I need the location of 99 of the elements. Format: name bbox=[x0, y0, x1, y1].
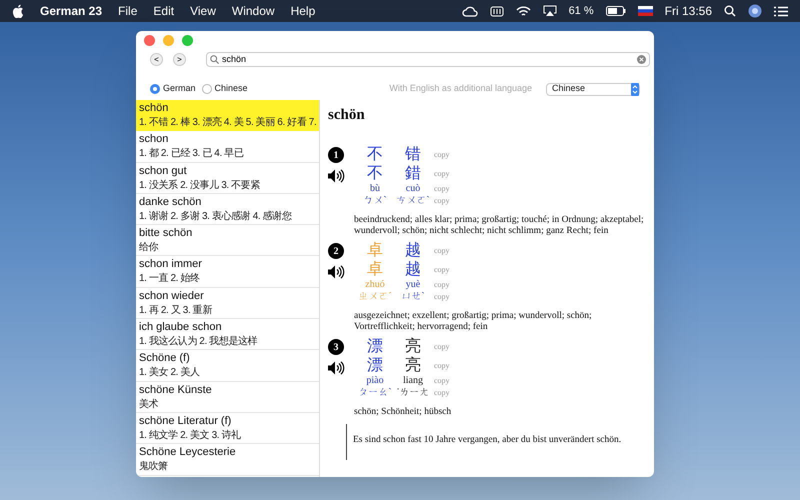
pinyin: piào bbox=[365, 375, 385, 387]
result-translation: 1. 再 2. 又 3. 重新 bbox=[139, 304, 212, 317]
cloud-icon[interactable] bbox=[462, 5, 478, 17]
result-term: bitte schön bbox=[139, 228, 194, 240]
forward-button[interactable]: > bbox=[173, 53, 186, 66]
result-term: Schöne (f) bbox=[139, 353, 191, 364]
headword: schön bbox=[328, 108, 366, 123]
hanzi: 不 bbox=[366, 164, 384, 183]
definition: schön; Schönheit; hübsch bbox=[354, 407, 452, 418]
result-term: schöne Künste bbox=[139, 384, 213, 396]
result-item[interactable]: schon gut 1. 没关系 2. 没事儿 3. 不要紧 bbox=[136, 162, 319, 194]
hanzi: 不 bbox=[366, 145, 384, 164]
example-sentence: Es sind schon fast 10 Jahre vergangen, aber du bist unverändert schön. bbox=[353, 435, 622, 445]
clock[interactable]: Fri 13:56 bbox=[664, 2, 712, 20]
hanzi: 越 bbox=[404, 260, 422, 279]
result-term: schon bbox=[139, 134, 170, 146]
result-translation: 给你 bbox=[139, 242, 158, 254]
radio-option[interactable]: Chinese bbox=[202, 82, 248, 96]
keyboard-icon[interactable] bbox=[490, 6, 504, 16]
zhuyin: ˙ㄌㄧㄤ bbox=[395, 387, 431, 399]
menu-item[interactable]: Help bbox=[290, 2, 316, 20]
hanzi: 越 bbox=[404, 241, 422, 260]
result-item[interactable]: schöne Künste 美术 bbox=[136, 382, 319, 413]
definition: ausgezeichnet; exzellent; großartig; prima; wundervoll; schön; Vortrefflichkeit; hervorragend; fein bbox=[354, 311, 593, 333]
result-item[interactable]: Schöne (f) 1. 美女 2. 美人 bbox=[136, 350, 319, 382]
speaker-icon[interactable] bbox=[328, 265, 345, 279]
result-term: Schöne Leycesterie bbox=[139, 447, 237, 458]
result-item[interactable]: ich glaube schon 1. 我这么认为 2. 我想是这样 bbox=[136, 319, 319, 350]
stepper-icon bbox=[631, 82, 639, 96]
zhuyin: ㄓㄨㄛˊ bbox=[357, 291, 393, 303]
radio-option[interactable]: German bbox=[150, 82, 196, 96]
result-translation: 1. 都 2. 已经 3. 已 4. 早已 bbox=[139, 148, 244, 160]
pinyin: bù bbox=[369, 183, 381, 195]
app-name[interactable]: German 23 bbox=[40, 2, 102, 20]
hanzi: 卓 bbox=[366, 241, 384, 260]
menu-item[interactable]: Window bbox=[232, 2, 275, 20]
result-item[interactable]: Schöne Leycesterie 鬼吹箫 bbox=[136, 444, 319, 476]
pinyin: zhuó bbox=[364, 279, 386, 291]
result-translation: 1. 不错 2. 棒 3. 漂亮 4. 美 5. 美丽 6. 好看 7. bbox=[139, 117, 316, 129]
menu-item[interactable]: File bbox=[118, 2, 138, 20]
hanzi: 亮 bbox=[404, 356, 422, 375]
menu-item[interactable]: Edit bbox=[153, 2, 174, 20]
list-icon[interactable] bbox=[774, 6, 788, 16]
wifi-icon[interactable] bbox=[516, 6, 531, 16]
speaker-icon[interactable] bbox=[328, 169, 345, 183]
clear-icon[interactable] bbox=[637, 55, 646, 64]
additional-language-label: With English as additional language bbox=[389, 82, 532, 96]
apple-icon[interactable] bbox=[12, 4, 24, 18]
result-term: schon gut bbox=[139, 166, 188, 177]
result-translation: 1. 我这么认为 2. 我想是这样 bbox=[139, 336, 258, 348]
pinyin: yuè bbox=[404, 279, 422, 291]
result-term: schön bbox=[139, 103, 170, 114]
entry-number: 1 bbox=[328, 147, 344, 163]
result-translation: 1. 一直 2. 始终 bbox=[139, 273, 200, 286]
result-translation: 1. 没关系 2. 没事儿 3. 不要紧 bbox=[139, 180, 260, 192]
definition: beeindruckend; alles klar; prima; großartig; touché; in Ordnung; akzeptabel; wundervoll; schön; nicht schlecht; nicht schlimm; ganz Recht; fein bbox=[354, 215, 645, 237]
result-term: schon wieder bbox=[139, 290, 205, 302]
result-item[interactable]: schön 1. 不错 2. 棒 3. 漂亮 4. 美 5. 美丽 6. 好看 7. bbox=[136, 100, 319, 132]
result-translation: 美术 bbox=[139, 398, 158, 411]
flag-icon[interactable] bbox=[638, 6, 653, 16]
hanzi: 錯 bbox=[404, 164, 422, 183]
result-item[interactable]: danke schön 1. 谢谢 2. 多谢 3. 衷心感谢 4. 感谢您 bbox=[136, 194, 319, 226]
result-term: schon immer bbox=[139, 259, 203, 270]
airplay-icon[interactable] bbox=[542, 5, 557, 17]
pinyin: liang bbox=[402, 375, 424, 387]
result-item[interactable]: schöne Literatur (f) 1. 纯文学 2. 美文 3. 诗礼 bbox=[136, 412, 319, 444]
search-icon bbox=[210, 55, 219, 64]
hanzi: 漂 bbox=[366, 356, 384, 375]
close-button[interactable] bbox=[144, 35, 155, 46]
result-item[interactable]: schon 1. 都 2. 已经 3. 已 4. 早已 bbox=[136, 131, 319, 163]
result-term: danke schön bbox=[139, 196, 202, 208]
search-icon[interactable] bbox=[724, 5, 736, 17]
result-item[interactable]: schon wieder 1. 再 2. 又 3. 重新 bbox=[136, 288, 319, 320]
zhuyin: ㄘㄨㄛˋ bbox=[395, 195, 431, 207]
result-term: schöne Literatur (f) bbox=[139, 416, 232, 427]
hanzi: 亮 bbox=[404, 337, 422, 356]
result-translation: 1. 美女 2. 美人 bbox=[139, 367, 200, 380]
speaker-icon[interactable] bbox=[328, 361, 345, 375]
hanzi: 漂 bbox=[366, 337, 384, 356]
result-translation: 1. 谢谢 2. 多谢 3. 衷心感谢 4. 感谢您 bbox=[139, 210, 292, 223]
battery-icon[interactable] bbox=[606, 6, 626, 16]
zhuyin: ㄆㄧㄠˋ bbox=[357, 387, 393, 399]
battery-percent: 61 % bbox=[568, 4, 594, 19]
entry-number: 2 bbox=[328, 243, 344, 259]
result-item[interactable]: bitte schön 给你 bbox=[136, 225, 319, 256]
back-button[interactable]: < bbox=[150, 53, 163, 66]
language-select[interactable]: Chinese bbox=[546, 82, 640, 96]
result-translation: 鬼吹箫 bbox=[139, 461, 168, 474]
menu-item[interactable]: View bbox=[190, 2, 216, 20]
hanzi: 卓 bbox=[366, 260, 384, 279]
result-term: ich glaube schon bbox=[139, 322, 223, 334]
result-translation: 1. 纯文学 2. 美文 3. 诗礼 bbox=[139, 430, 241, 442]
hanzi: 错 bbox=[404, 145, 422, 164]
pinyin: cuò bbox=[404, 183, 422, 195]
zhuyin: ㄅㄨˋ bbox=[362, 195, 388, 207]
entry-number: 3 bbox=[328, 339, 344, 355]
result-item[interactable]: schon immer 1. 一直 2. 始终 bbox=[136, 256, 319, 288]
orb-icon[interactable] bbox=[748, 4, 762, 18]
zhuyin: ㄩㄝˋ bbox=[400, 291, 426, 303]
